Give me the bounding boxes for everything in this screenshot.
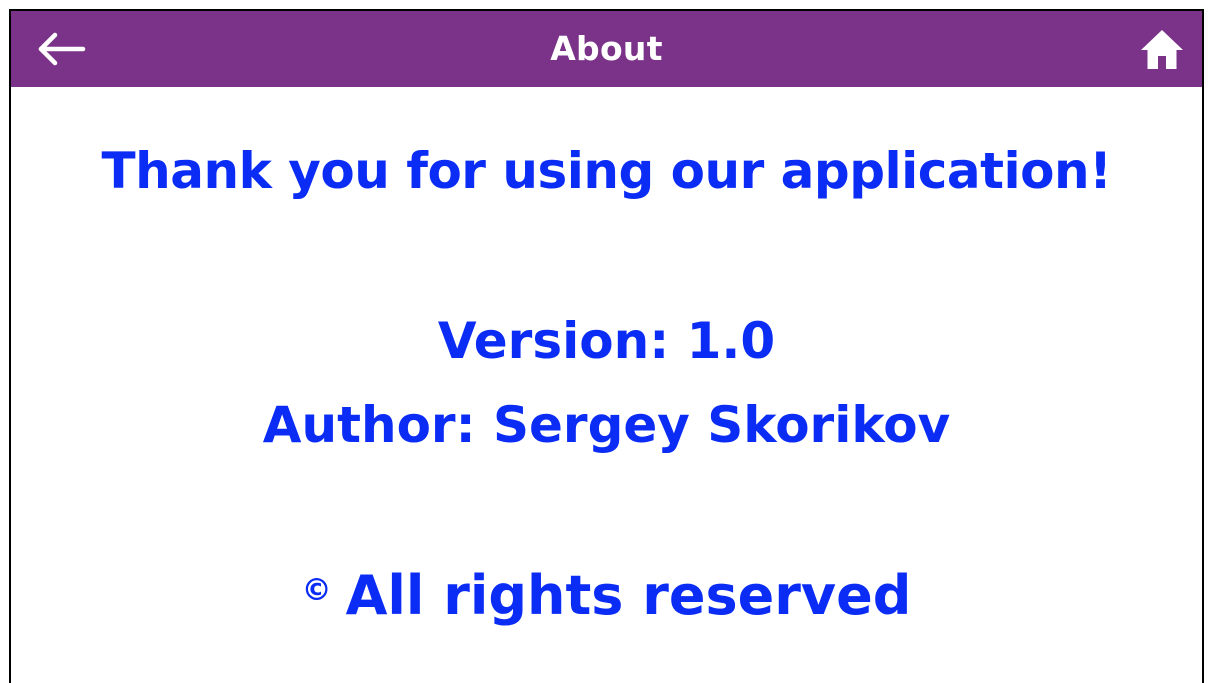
app-bar: About: [11, 11, 1202, 87]
app-window: About Thank you for using our applicatio…: [9, 9, 1204, 683]
thank-you-message: Thank you for using our application!: [101, 142, 1112, 200]
version-label: Version: 1.0: [437, 312, 776, 370]
author-label: Author: Sergey Skorikov: [262, 396, 951, 454]
copyright-symbol: ©: [301, 573, 332, 608]
home-icon: [1141, 30, 1183, 69]
about-content: Thank you for using our application! Ver…: [11, 87, 1202, 683]
rights-text: All rights reserved: [345, 564, 912, 627]
home-button[interactable]: [1138, 25, 1186, 73]
copyright-line: © All rights reserved: [11, 559, 1202, 628]
page-title: About: [550, 29, 663, 68]
arrow-left-icon: [38, 32, 86, 66]
back-button[interactable]: [33, 27, 89, 71]
